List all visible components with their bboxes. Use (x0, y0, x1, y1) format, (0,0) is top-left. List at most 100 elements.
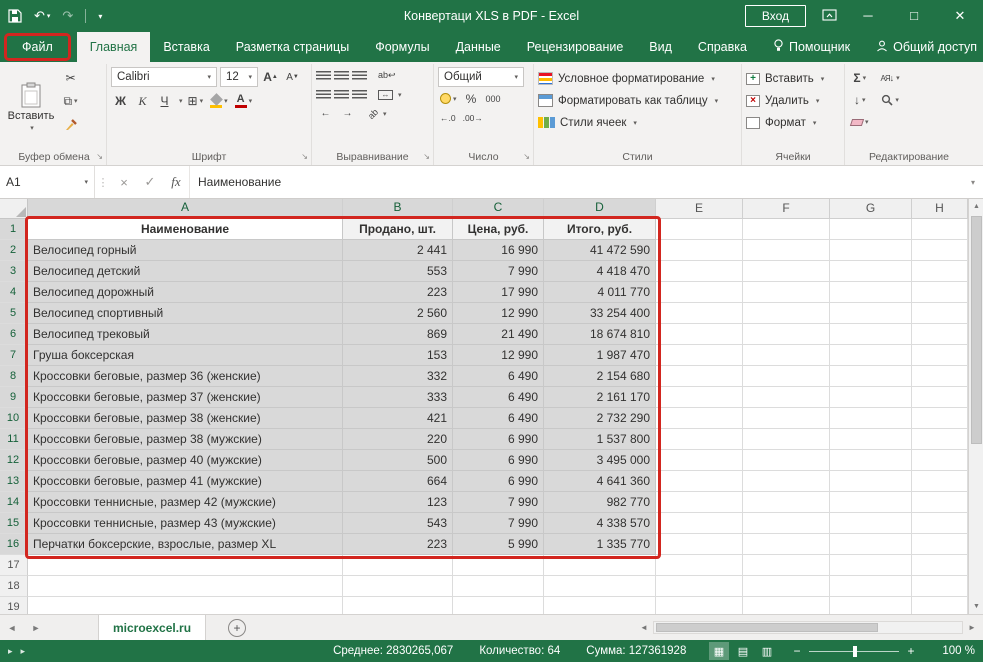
scroll-right-button[interactable]: ► (965, 623, 979, 632)
cell-F8[interactable] (743, 366, 830, 387)
zoom-in-button[interactable]: + (905, 644, 917, 658)
cell-G18[interactable] (830, 576, 912, 597)
row-header-12[interactable]: 12 (0, 450, 28, 471)
cell-E1[interactable] (656, 219, 743, 240)
cell-D3[interactable]: 4 418 470 (544, 261, 656, 282)
percent-style-button[interactable]: % (462, 89, 481, 109)
cell-A13[interactable]: Кроссовки беговые, размер 41 (мужские) (28, 471, 343, 492)
name-box[interactable]: A1 ▾ (0, 166, 95, 198)
column-header-E[interactable]: E (656, 199, 743, 219)
cell-H7[interactable] (912, 345, 968, 366)
cell-H2[interactable] (912, 240, 968, 261)
cell-H10[interactable] (912, 408, 968, 429)
align-middle-icon[interactable] (334, 71, 349, 81)
row-header-11[interactable]: 11 (0, 429, 28, 450)
orientation-button[interactable]: ab (366, 106, 380, 120)
cell-F12[interactable] (743, 450, 830, 471)
cell-C2[interactable]: 16 990 (453, 240, 544, 261)
row-header-7[interactable]: 7 (0, 345, 28, 366)
cell-E13[interactable] (656, 471, 743, 492)
cell-F11[interactable] (743, 429, 830, 450)
italic-button[interactable]: К (133, 91, 152, 111)
cell-A9[interactable]: Кроссовки беговые, размер 37 (женские) (28, 387, 343, 408)
row-header-13[interactable]: 13 (0, 471, 28, 492)
cell-F1[interactable] (743, 219, 830, 240)
decrease-decimal-button[interactable]: .00→ (461, 108, 485, 128)
row-header-16[interactable]: 16 (0, 534, 28, 555)
format-as-table-button[interactable]: Форматировать как таблицу▾ (538, 90, 737, 111)
cell-C14[interactable]: 7 990 (453, 492, 544, 513)
row-header-5[interactable]: 5 (0, 303, 28, 324)
sheet-nav-left-button[interactable]: ◄ (0, 615, 24, 640)
insert-function-button[interactable]: fx (163, 166, 189, 198)
tab-file[interactable]: Файл (7, 36, 68, 58)
cell-A15[interactable]: Кроссовки теннисные, размер 43 (мужские) (28, 513, 343, 534)
cell-E11[interactable] (656, 429, 743, 450)
cell-D14[interactable]: 982 770 (544, 492, 656, 513)
cell-A17[interactable] (28, 555, 343, 576)
cell-D4[interactable]: 4 011 770 (544, 282, 656, 303)
sort-filter-button[interactable]: АЯ↓▾ (879, 68, 902, 88)
cell-G10[interactable] (830, 408, 912, 429)
cell-D15[interactable]: 4 338 570 (544, 513, 656, 534)
tab-data[interactable]: Данные (443, 32, 514, 62)
cell-G9[interactable] (830, 387, 912, 408)
cell-D6[interactable]: 18 674 810 (544, 324, 656, 345)
cell-F3[interactable] (743, 261, 830, 282)
cell-B6[interactable]: 869 (343, 324, 453, 345)
select-all-button[interactable] (0, 199, 28, 219)
namebox-splitter[interactable]: ⋮ (95, 166, 111, 198)
cancel-icon[interactable]: × (111, 166, 137, 198)
scroll-down-button[interactable]: ▼ (969, 599, 983, 614)
cell-F4[interactable] (743, 282, 830, 303)
cell-H15[interactable] (912, 513, 968, 534)
wrap-text-button[interactable]: ab↩ (378, 70, 396, 81)
cell-G8[interactable] (830, 366, 912, 387)
row-header-4[interactable]: 4 (0, 282, 28, 303)
save-icon[interactable] (8, 9, 22, 23)
font-dialog-launcher[interactable]: ↘ (301, 152, 308, 161)
cell-B12[interactable]: 500 (343, 450, 453, 471)
cell-E17[interactable] (656, 555, 743, 576)
row-header-19[interactable]: 19 (0, 597, 28, 614)
cell-A16[interactable]: Перчатки боксерские, взрослые, размер XL (28, 534, 343, 555)
cell-A10[interactable]: Кроссовки беговые, размер 38 (женские) (28, 408, 343, 429)
cell-G1[interactable] (830, 219, 912, 240)
cell-D18[interactable] (544, 576, 656, 597)
column-header-G[interactable]: G (830, 199, 912, 219)
sheet-tab-microexcel[interactable]: microexcel.ru (98, 615, 206, 640)
cell-E18[interactable] (656, 576, 743, 597)
cell-E16[interactable] (656, 534, 743, 555)
cell-B8[interactable]: 332 (343, 366, 453, 387)
row-header-2[interactable]: 2 (0, 240, 28, 261)
cell-E9[interactable] (656, 387, 743, 408)
row-header-17[interactable]: 17 (0, 555, 28, 576)
tab-home[interactable]: Главная (77, 32, 151, 62)
cell-A19[interactable] (28, 597, 343, 614)
zoom-slider-handle[interactable] (853, 646, 857, 657)
vertical-scrollbar[interactable]: ▲ ▼ (968, 199, 983, 614)
cell-D2[interactable]: 41 472 590 (544, 240, 656, 261)
cell-D12[interactable]: 3 495 000 (544, 450, 656, 471)
cell-H19[interactable] (912, 597, 968, 614)
cell-A1[interactable]: Наименование (28, 219, 343, 240)
cell-G17[interactable] (830, 555, 912, 576)
row-header-15[interactable]: 15 (0, 513, 28, 534)
normal-view-button[interactable]: ▦ (709, 642, 729, 660)
copy-button[interactable]: ⧉▾ (61, 91, 80, 111)
paste-button[interactable]: Вставить ▾ (6, 66, 56, 148)
scroll-up-button[interactable]: ▲ (969, 199, 983, 214)
cell-H18[interactable] (912, 576, 968, 597)
cell-E3[interactable] (656, 261, 743, 282)
cell-F19[interactable] (743, 597, 830, 614)
name-box-caret-icon[interactable]: ▾ (84, 178, 88, 186)
borders-button[interactable]: ⊞▾ (186, 91, 206, 111)
align-right-icon[interactable] (352, 90, 367, 100)
cell-B14[interactable]: 123 (343, 492, 453, 513)
cell-H6[interactable] (912, 324, 968, 345)
clipboard-dialog-launcher[interactable]: ↘ (96, 152, 103, 161)
cell-C11[interactable]: 6 990 (453, 429, 544, 450)
find-select-button[interactable]: ▾ (879, 90, 902, 110)
cell-B1[interactable]: Продано, шт. (343, 219, 453, 240)
cell-E10[interactable] (656, 408, 743, 429)
